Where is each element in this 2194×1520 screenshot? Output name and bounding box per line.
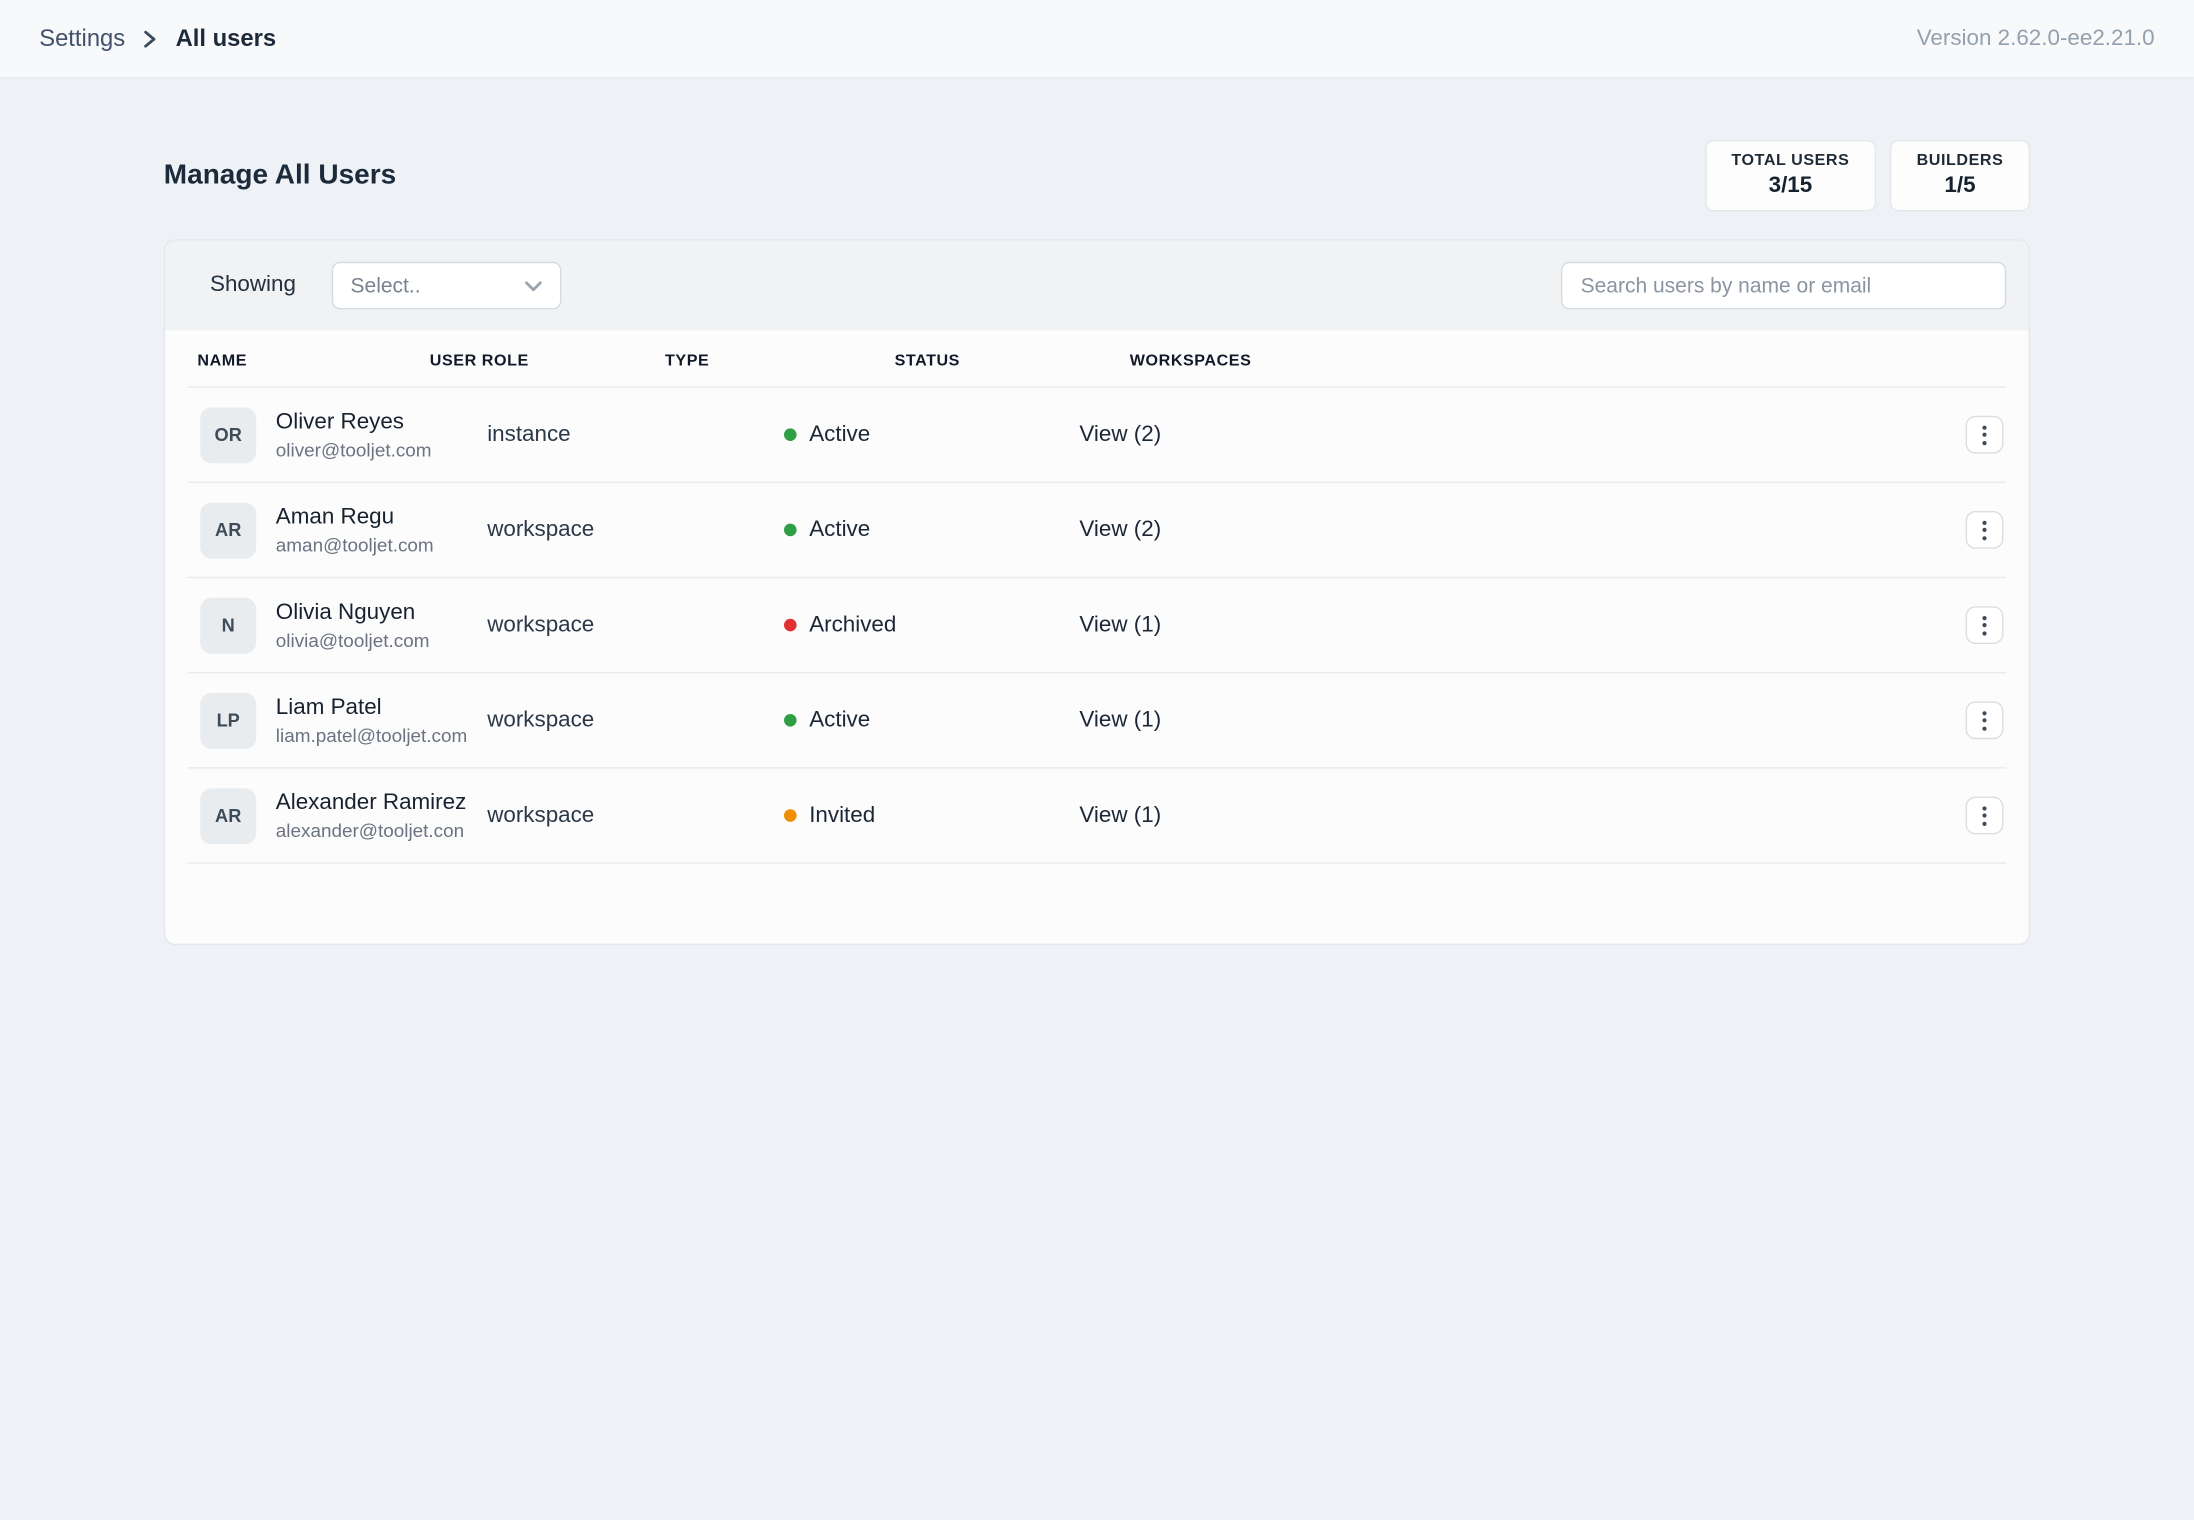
users-table: NAME USER ROLE TYPE STATUS WORKSPACES OR… <box>165 330 2028 943</box>
builders-card: BUILDERS 1/5 <box>1890 140 2030 211</box>
user-email: oliver@tooljet.com <box>276 440 432 461</box>
kebab-icon <box>1982 711 1986 715</box>
column-header-name: NAME <box>197 353 429 370</box>
workspaces-view-link[interactable]: View (2) <box>1079 517 1944 542</box>
workspaces-view-link[interactable]: View (1) <box>1079 803 1944 828</box>
row-menu-button[interactable] <box>1966 701 2004 739</box>
table-row: AR Alexander Ramirez alexander@tooljet.c… <box>188 769 2007 864</box>
user-role: workspace <box>487 708 784 733</box>
user-name: Liam Patel <box>276 694 467 722</box>
avatar: AR <box>200 502 256 558</box>
page-header: Manage All Users TOTAL USERS 3/15 BUILDE… <box>164 140 2030 211</box>
select-value: Select.. <box>351 274 421 298</box>
chevron-down-icon <box>524 279 544 292</box>
stats-group: TOTAL USERS 3/15 BUILDERS 1/5 <box>1705 140 2030 211</box>
user-name: Oliver Reyes <box>276 409 432 437</box>
status-dot-icon <box>784 714 797 727</box>
user-email: alexander@tooljet.con <box>276 820 466 841</box>
status-dot-icon <box>784 524 797 537</box>
column-header-type: TYPE <box>665 353 895 370</box>
user-email: olivia@tooljet.com <box>276 630 430 651</box>
page-root: Settings All users Version 2.62.0-ee2.21… <box>0 0 2194 1520</box>
user-cell: N Olivia Nguyen olivia@tooljet.com <box>188 597 488 653</box>
main-content: Manage All Users TOTAL USERS 3/15 BUILDE… <box>0 78 2194 945</box>
user-name: Alexander Ramirez <box>276 790 466 818</box>
row-menu-button[interactable] <box>1966 606 2004 644</box>
column-header-user-role: USER ROLE <box>430 353 665 370</box>
status-dot-icon <box>784 809 797 822</box>
kebab-icon <box>1982 806 1986 810</box>
top-bar: Settings All users Version 2.62.0-ee2.21… <box>0 0 2194 78</box>
status-badge: Active <box>784 422 1079 447</box>
user-cell: LP Liam Patel liam.patel@tooljet.com <box>188 692 488 748</box>
user-role: workspace <box>487 613 784 638</box>
status-label: Archived <box>809 613 896 638</box>
row-menu-button[interactable] <box>1966 416 2004 454</box>
avatar: LP <box>200 692 256 748</box>
total-users-value: 3/15 <box>1731 174 1849 199</box>
user-name: Aman Regu <box>276 504 434 532</box>
avatar: AR <box>200 788 256 844</box>
status-badge: Active <box>784 708 1079 733</box>
chevron-right-icon <box>142 29 159 49</box>
user-cell: OR Oliver Reyes oliver@tooljet.com <box>188 407 488 463</box>
user-email: aman@tooljet.com <box>276 535 434 556</box>
status-badge: Active <box>784 517 1079 542</box>
table-row: AR Aman Regu aman@tooljet.com workspace … <box>188 483 2007 578</box>
user-cell: AR Alexander Ramirez alexander@tooljet.c… <box>188 788 488 844</box>
avatar: OR <box>200 407 256 463</box>
user-role: instance <box>487 422 784 447</box>
table-row: N Olivia Nguyen olivia@tooljet.com works… <box>188 578 2007 673</box>
user-cell: AR Aman Regu aman@tooljet.com <box>188 502 488 558</box>
total-users-label: TOTAL USERS <box>1731 153 1849 170</box>
status-badge: Invited <box>784 803 1079 828</box>
status-dot-icon <box>784 428 797 441</box>
user-role: workspace <box>487 517 784 542</box>
avatar: N <box>200 597 256 653</box>
status-dot-icon <box>784 619 797 632</box>
total-users-card: TOTAL USERS 3/15 <box>1705 140 1876 211</box>
row-menu-button[interactable] <box>1966 797 2004 835</box>
table-row: LP Liam Patel liam.patel@tooljet.com wor… <box>188 673 2007 768</box>
user-email: liam.patel@tooljet.com <box>276 725 467 746</box>
status-label: Active <box>809 708 870 733</box>
user-role: workspace <box>487 803 784 828</box>
page-title: Manage All Users <box>164 160 396 192</box>
search-input[interactable] <box>1561 262 2006 310</box>
builders-label: BUILDERS <box>1917 153 2004 170</box>
status-label: Active <box>809 422 870 447</box>
table-row: OR Oliver Reyes oliver@tooljet.com insta… <box>188 388 2007 483</box>
workspaces-view-link[interactable]: View (1) <box>1079 613 1944 638</box>
version-label: Version 2.62.0-ee2.21.0 <box>1917 26 2155 51</box>
row-menu-button[interactable] <box>1966 511 2004 549</box>
showing-label: Showing <box>210 273 296 298</box>
kebab-icon <box>1982 425 1986 429</box>
status-label: Active <box>809 517 870 542</box>
workspaces-view-link[interactable]: View (1) <box>1079 708 1944 733</box>
breadcrumb-settings[interactable]: Settings <box>39 25 125 53</box>
breadcrumb: Settings All users <box>39 25 276 53</box>
filter-bar: Showing Select.. <box>165 241 2028 331</box>
status-badge: Archived <box>784 613 1079 638</box>
builders-value: 1/5 <box>1917 174 2004 199</box>
status-label: Invited <box>809 803 875 828</box>
status-filter-select[interactable]: Select.. <box>332 262 562 310</box>
kebab-icon <box>1982 520 1986 524</box>
kebab-icon <box>1982 615 1986 619</box>
users-card: Showing Select.. NAME USER ROLE TYPE STA… <box>164 239 2030 945</box>
workspaces-view-link[interactable]: View (2) <box>1079 422 1944 447</box>
user-name: Olivia Nguyen <box>276 599 430 627</box>
table-header: NAME USER ROLE TYPE STATUS WORKSPACES <box>188 330 2007 387</box>
column-header-status: STATUS <box>895 353 1130 370</box>
column-header-workspaces: WORKSPACES <box>1130 353 2006 370</box>
breadcrumb-all-users: All users <box>176 25 277 53</box>
